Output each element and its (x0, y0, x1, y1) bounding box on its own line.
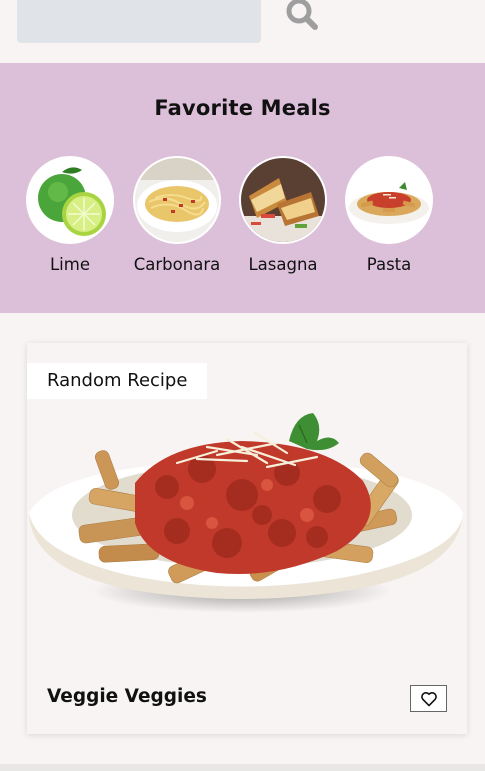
favorites-title: Favorite Meals (154, 96, 331, 120)
recipe-image (29, 413, 463, 613)
random-recipe-tag: Random Recipe (27, 363, 208, 399)
favorite-button[interactable] (410, 685, 447, 712)
favorite-meals-section: Favorite Meals Lime Carbonara Lasagna Pa… (0, 63, 485, 313)
heart-outline-icon (420, 691, 437, 706)
favorite-lime-image (26, 156, 114, 244)
random-recipe-card[interactable]: Random Recipe Veggie Veggies (27, 343, 467, 734)
favorite-lasagna-image (239, 156, 327, 244)
favorite-item-carbonara[interactable]: Carbonara (124, 156, 230, 274)
favorite-item-lasagna[interactable]: Lasagna (230, 156, 336, 274)
favorite-item-label: Lime (49, 255, 90, 274)
favorite-item-pasta[interactable]: Pasta (336, 156, 442, 274)
next-card-edge (0, 764, 485, 771)
favorite-item-label: Carbonara (133, 255, 221, 274)
favorite-item-label: Pasta (366, 255, 412, 274)
favorite-pasta-image (345, 156, 433, 244)
recipe-title: Veggie Veggies (47, 686, 207, 707)
search-bar (0, 0, 485, 63)
favorite-carbonara-image (133, 156, 221, 244)
favorite-item-label: Lasagna (248, 255, 318, 274)
favorite-item-lime[interactable]: Lime (17, 156, 123, 274)
search-icon (286, 0, 318, 30)
favorites-list: Lime Carbonara Lasagna Pasta (0, 156, 485, 296)
search-button[interactable] (282, 0, 322, 34)
search-input[interactable] (17, 0, 261, 43)
